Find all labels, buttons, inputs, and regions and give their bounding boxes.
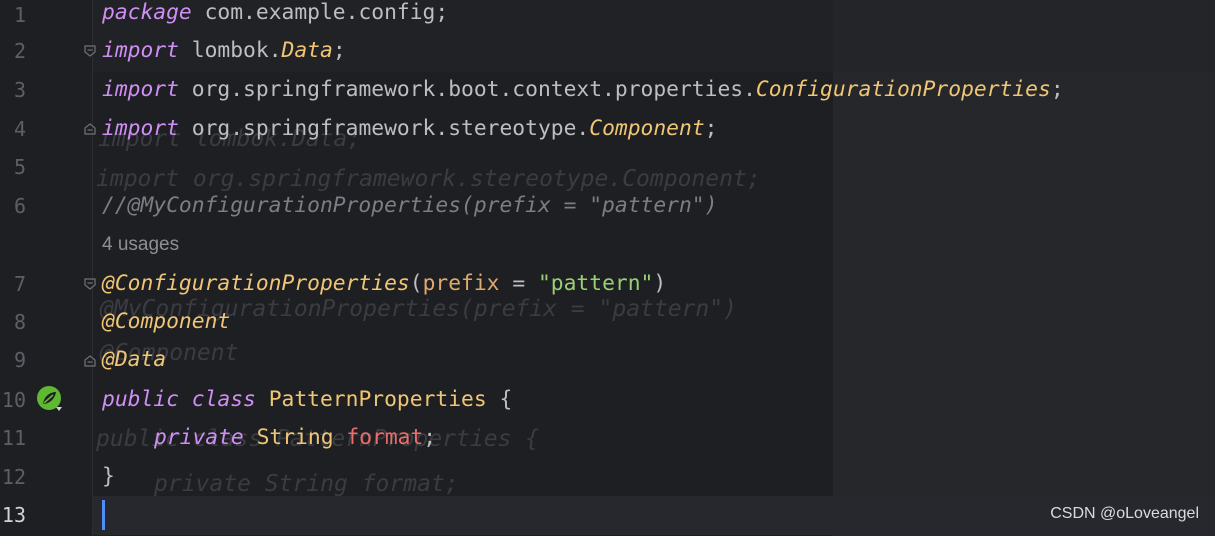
usages-inlay-hint[interactable]: 4 usages <box>102 230 179 260</box>
semicolon-token: ; <box>423 425 437 450</box>
code-line-11[interactable]: private String format; <box>154 419 436 457</box>
line-number[interactable]: 2 <box>0 32 26 70</box>
code-line-6[interactable]: //@MyConfigurationProperties(prefix = "p… <box>102 187 717 225</box>
fold-marker-icon[interactable] <box>83 354 97 368</box>
line-number[interactable]: 11 <box>0 419 26 457</box>
code-line-3[interactable]: import org.springframework.boot.context.… <box>102 71 1064 109</box>
keyword-token: public <box>102 387 179 412</box>
type-token: String <box>256 425 334 450</box>
type-token: Component <box>589 116 705 141</box>
current-line-highlight <box>0 496 1215 535</box>
class-name-token: PatternProperties <box>268 387 487 412</box>
import-path-token: org.springframework.boot.context.propert… <box>178 77 756 102</box>
brace-token: } <box>102 464 115 489</box>
package-name-token: com.example.config; <box>191 0 449 25</box>
fold-marker-icon[interactable] <box>83 277 97 291</box>
spring-bean-icon[interactable] <box>36 385 64 413</box>
code-line-1[interactable]: package com.example.config; <box>102 0 448 32</box>
annotation-token: @Component <box>102 309 231 334</box>
semicolon-token: ; <box>704 116 718 141</box>
line-number[interactable]: 7 <box>0 265 26 303</box>
line-number[interactable]: 9 <box>0 341 26 379</box>
paren-token: ) <box>653 271 667 296</box>
comment-token: //@MyConfigurationProperties(prefix = "p… <box>102 193 718 218</box>
annotation-token: @Data <box>102 347 167 372</box>
keyword-token: private <box>154 425 244 450</box>
fold-marker-icon[interactable] <box>83 44 97 58</box>
type-token: ConfigurationProperties <box>755 77 1051 102</box>
line-number[interactable]: 12 <box>0 458 26 496</box>
annotation-token: @ConfigurationProperties <box>102 271 410 296</box>
string-token: "pattern" <box>537 271 654 296</box>
code-line-8[interactable]: @Component <box>102 303 230 341</box>
code-line-2[interactable]: import lombok.Data; <box>102 32 346 70</box>
import-path-token: lombok. <box>178 38 282 63</box>
parameter-token: prefix <box>422 271 500 296</box>
paren-token: ( <box>409 271 423 296</box>
code-editor[interactable]: import lombok.Data; import org.springfra… <box>0 0 1215 536</box>
semicolon-token: ; <box>332 38 346 63</box>
keyword-token: import <box>102 77 179 102</box>
semicolon-token: ; <box>1050 77 1064 102</box>
code-line-9[interactable]: @Data <box>102 341 166 379</box>
code-line-10[interactable]: public class PatternProperties { <box>102 381 512 419</box>
line-number[interactable]: 10 <box>0 381 26 419</box>
keyword-token: import <box>102 38 179 63</box>
line-number[interactable]: 1 <box>0 0 26 34</box>
code-line-12[interactable]: } <box>102 458 115 496</box>
brace-token: { <box>486 387 513 412</box>
code-line-7[interactable]: @ConfigurationProperties(prefix = "patte… <box>102 265 666 303</box>
import-path-token: org.springframework.stereotype. <box>178 116 590 141</box>
operator-token: = <box>499 271 538 296</box>
fold-marker-icon[interactable] <box>83 122 97 136</box>
keyword-token: package <box>102 0 192 25</box>
keyword-token: class <box>191 387 256 412</box>
ghost-text-line: private String format; <box>154 471 459 497</box>
line-number[interactable]: 6 <box>0 187 26 225</box>
field-name-token: format <box>346 425 424 450</box>
line-number[interactable]: 5 <box>0 148 26 186</box>
gutter-separator <box>92 0 93 536</box>
line-number[interactable]: 8 <box>0 303 26 341</box>
type-token: Data <box>281 38 333 63</box>
line-number[interactable]: 13 <box>0 496 26 534</box>
text-caret <box>102 500 105 530</box>
code-line-4[interactable]: import org.springframework.stereotype.Co… <box>102 110 717 148</box>
watermark: CSDN @oLoveangel <box>1050 505 1199 522</box>
keyword-token: import <box>102 116 179 141</box>
line-number[interactable]: 4 <box>0 110 26 148</box>
line-number[interactable]: 3 <box>0 71 26 109</box>
